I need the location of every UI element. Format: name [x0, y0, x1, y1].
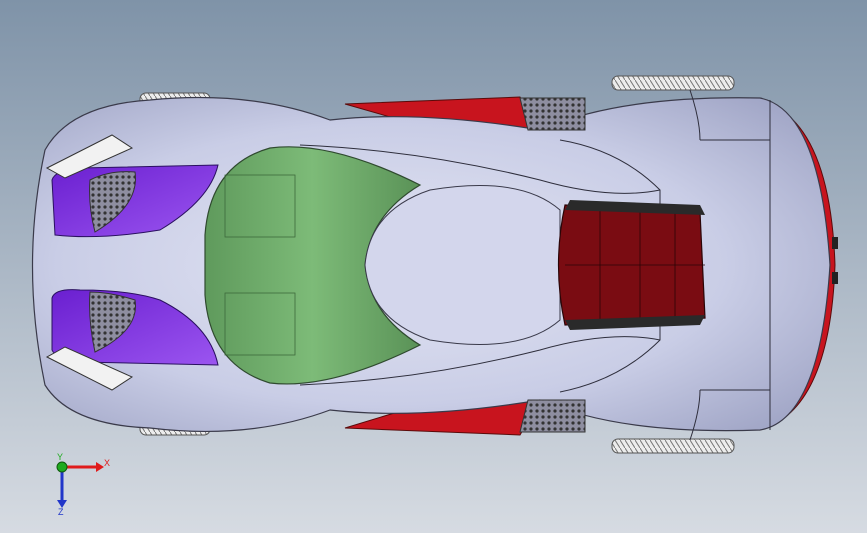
mesh-grille-top: [519, 97, 586, 131]
triad-x-label: X: [104, 458, 110, 468]
triad-y-label: Y: [57, 452, 63, 462]
tail-light-top: [832, 237, 838, 249]
cad-viewport[interactable]: X Y Z: [0, 0, 867, 533]
tire-rear-left: [611, 75, 735, 91]
mesh-grille-bottom: [519, 399, 586, 433]
engine-cover: [557, 200, 706, 330]
tire-rear-right: [611, 438, 735, 454]
car-model-top-view[interactable]: X Y Z: [0, 0, 867, 533]
tail-light-bottom: [832, 272, 838, 284]
triad-z-label: Z: [58, 507, 64, 517]
triad-y-axis: [56, 461, 68, 473]
roof-hump: [364, 185, 561, 345]
